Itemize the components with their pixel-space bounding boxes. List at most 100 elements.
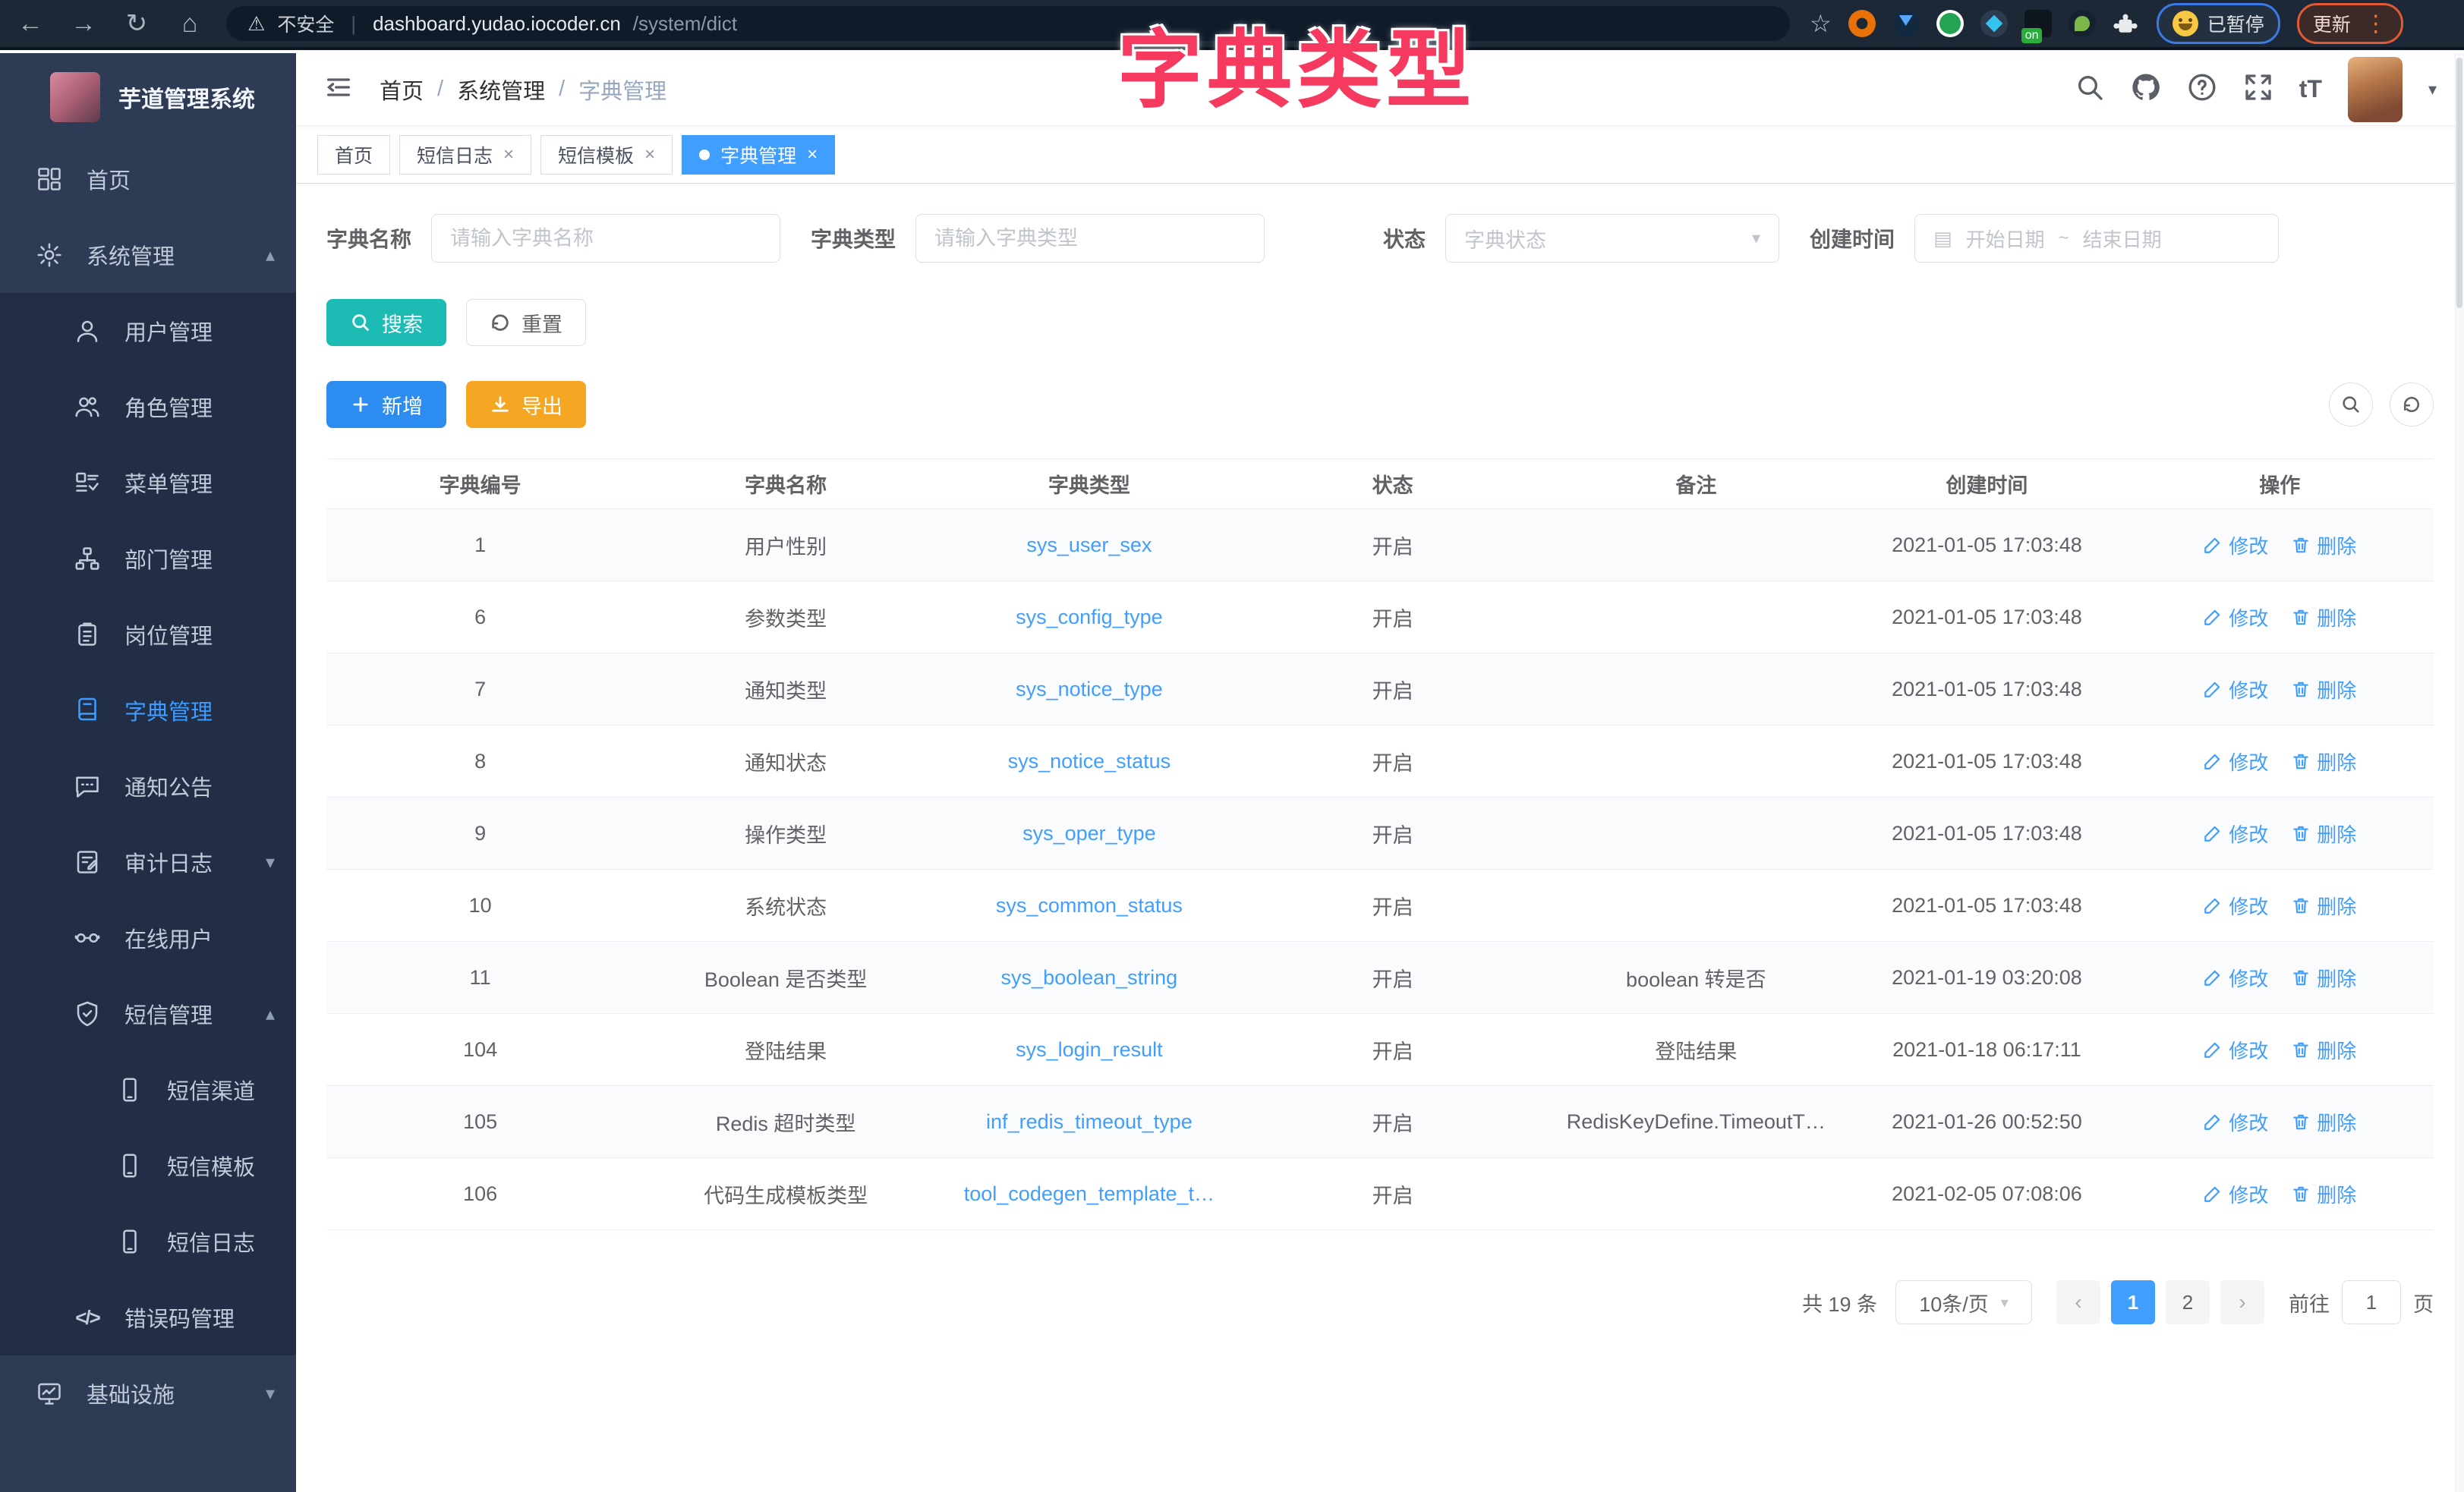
cell-type-link[interactable]: tool_codegen_template_t…	[937, 1182, 1241, 1206]
status-select[interactable]: 字典状态 ▾	[1445, 214, 1779, 263]
delete-link[interactable]: 删除	[2291, 1036, 2356, 1064]
cell-type-link[interactable]: sys_login_result	[937, 1038, 1241, 1062]
page-size-select[interactable]: 10条/页 ▾	[1895, 1280, 2032, 1324]
add-button[interactable]: 新增	[326, 381, 446, 428]
reset-button[interactable]: 重置	[466, 299, 586, 346]
dict-type-input[interactable]	[915, 214, 1265, 263]
sidebar-item-error-code[interactable]: </> 错误码管理	[0, 1280, 296, 1355]
next-page-button[interactable]: ›	[2220, 1280, 2264, 1324]
extensions-puzzle-icon[interactable]	[2113, 10, 2140, 37]
sidebar-item-system[interactable]: 系统管理 ▴	[0, 217, 296, 293]
tab-sms-log[interactable]: 短信日志 ×	[399, 135, 531, 175]
delete-link[interactable]: 删除	[2291, 820, 2356, 848]
cell-type-link[interactable]: inf_redis_timeout_type	[937, 1110, 1241, 1134]
delete-link[interactable]: 删除	[2291, 531, 2356, 559]
browser-home-icon[interactable]: ⌂	[173, 9, 206, 39]
sidebar-item-roles[interactable]: 角色管理	[0, 369, 296, 445]
edit-link[interactable]: 修改	[2203, 675, 2268, 704]
breadcrumb-system[interactable]: 系统管理	[457, 74, 545, 105]
extension-switch-icon[interactable]: on	[2024, 10, 2052, 37]
extension-green-icon[interactable]	[1936, 10, 1964, 37]
refresh-table-button[interactable]	[2390, 382, 2434, 427]
cell-type-link[interactable]: sys_config_type	[937, 606, 1241, 629]
toggle-search-button[interactable]	[2329, 382, 2373, 427]
app-logo[interactable]: 芋道管理系统	[0, 53, 296, 141]
browser-menu-icon[interactable]: ⋮	[2365, 11, 2387, 37]
sidebar-item-dict[interactable]: 字典管理	[0, 672, 296, 748]
extension-leaf-icon[interactable]	[2069, 10, 2096, 37]
help-icon[interactable]	[2187, 72, 2217, 106]
search-icon[interactable]	[2075, 72, 2105, 106]
edit-link[interactable]: 修改	[2203, 531, 2268, 559]
avatar-caret-icon[interactable]: ▾	[2428, 80, 2437, 99]
extension-gem-icon[interactable]	[1980, 10, 2008, 37]
edit-link[interactable]: 修改	[2203, 892, 2268, 920]
github-icon[interactable]	[2131, 72, 2161, 106]
extension-orange-icon[interactable]	[1848, 10, 1876, 37]
delete-link[interactable]: 删除	[2291, 1108, 2356, 1136]
security-label[interactable]: 不安全	[277, 10, 334, 37]
sidebar-item-users[interactable]: 用户管理	[0, 293, 296, 369]
edit-link[interactable]: 修改	[2203, 820, 2268, 848]
delete-link[interactable]: 删除	[2291, 675, 2356, 704]
cell-type-link[interactable]: sys_boolean_string	[937, 966, 1241, 990]
page-scrollbar[interactable]	[2455, 53, 2464, 1492]
browser-update-button[interactable]: 更新 ⋮	[2297, 3, 2403, 44]
profile-paused-pill[interactable]: 已暂停	[2157, 3, 2280, 44]
edit-link[interactable]: 修改	[2203, 1180, 2268, 1208]
date-range-picker[interactable]: ▤ 开始日期 ~ 结束日期	[1914, 214, 2279, 263]
sidebar-item-infrastructure[interactable]: 基础设施 ▾	[0, 1355, 296, 1431]
sidebar-collapse-icon[interactable]	[323, 72, 354, 106]
cell-type-link[interactable]: sys_notice_type	[937, 678, 1241, 701]
sidebar-item-sms-template[interactable]: 短信模板	[0, 1128, 296, 1204]
edit-link[interactable]: 修改	[2203, 748, 2268, 776]
goto-page-input[interactable]	[2342, 1280, 2401, 1324]
cell-type-link[interactable]: sys_oper_type	[937, 822, 1241, 845]
page-button-1[interactable]: 1	[2111, 1280, 2155, 1324]
tab-dict-active[interactable]: 字典管理 ×	[682, 135, 835, 175]
prev-page-button[interactable]: ‹	[2056, 1280, 2100, 1324]
tab-sms-template[interactable]: 短信模板 ×	[540, 135, 673, 175]
delete-link[interactable]: 删除	[2291, 892, 2356, 920]
cell-type-link[interactable]: sys_user_sex	[937, 534, 1241, 557]
bookmark-star-icon[interactable]: ☆	[1810, 9, 1832, 38]
close-icon[interactable]: ×	[503, 144, 514, 165]
sidebar-item-home[interactable]: 首页	[0, 141, 296, 217]
delete-link[interactable]: 删除	[2291, 603, 2356, 631]
extension-lamp-icon[interactable]	[1892, 10, 1920, 37]
fullscreen-icon[interactable]	[2243, 72, 2273, 106]
user-avatar[interactable]	[2348, 57, 2403, 122]
sidebar-item-audit-log[interactable]: 审计日志 ▾	[0, 824, 296, 900]
edit-link[interactable]: 修改	[2203, 603, 2268, 631]
delete-link[interactable]: 删除	[2291, 964, 2356, 992]
browser-refresh-icon[interactable]: ↻	[120, 8, 153, 39]
export-button[interactable]: 导出	[466, 381, 586, 428]
tab-home[interactable]: 首页	[317, 135, 390, 175]
sidebar-item-sms[interactable]: 短信管理 ▴	[0, 976, 296, 1052]
delete-link[interactable]: 删除	[2291, 1180, 2356, 1208]
sidebar-item-sms-channel[interactable]: 短信渠道	[0, 1052, 296, 1128]
sidebar-item-notice[interactable]: 通知公告	[0, 748, 296, 824]
browser-back-icon[interactable]: ←	[14, 9, 47, 39]
sidebar-item-departments[interactable]: 部门管理	[0, 521, 296, 596]
dict-name-input[interactable]	[431, 214, 780, 263]
browser-forward-icon[interactable]: →	[67, 9, 100, 39]
close-icon[interactable]: ×	[807, 144, 818, 165]
page-button-2[interactable]: 2	[2166, 1280, 2210, 1324]
sidebar-item-online-users[interactable]: 在线用户	[0, 900, 296, 976]
cell-type-link[interactable]: sys_notice_status	[937, 750, 1241, 773]
delete-link[interactable]: 删除	[2291, 748, 2356, 776]
sidebar-item-posts[interactable]: 岗位管理	[0, 596, 296, 672]
breadcrumb-home[interactable]: 首页	[380, 74, 424, 105]
sidebar-item-menus[interactable]: 菜单管理	[0, 445, 296, 521]
address-bar[interactable]: ⚠ 不安全 | dashboard.yudao.iocoder.cn/syste…	[226, 6, 1790, 41]
font-size-icon[interactable]: tT	[2299, 75, 2322, 103]
search-button[interactable]: 搜索	[326, 299, 446, 346]
edit-link[interactable]: 修改	[2203, 964, 2268, 992]
scrollbar-thumb[interactable]	[2456, 58, 2462, 308]
sidebar-item-sms-log[interactable]: 短信日志	[0, 1204, 296, 1280]
edit-link[interactable]: 修改	[2203, 1036, 2268, 1064]
cell-type-link[interactable]: sys_common_status	[937, 894, 1241, 918]
url-domain[interactable]: dashboard.yudao.iocoder.cn	[373, 12, 621, 36]
edit-link[interactable]: 修改	[2203, 1108, 2268, 1136]
